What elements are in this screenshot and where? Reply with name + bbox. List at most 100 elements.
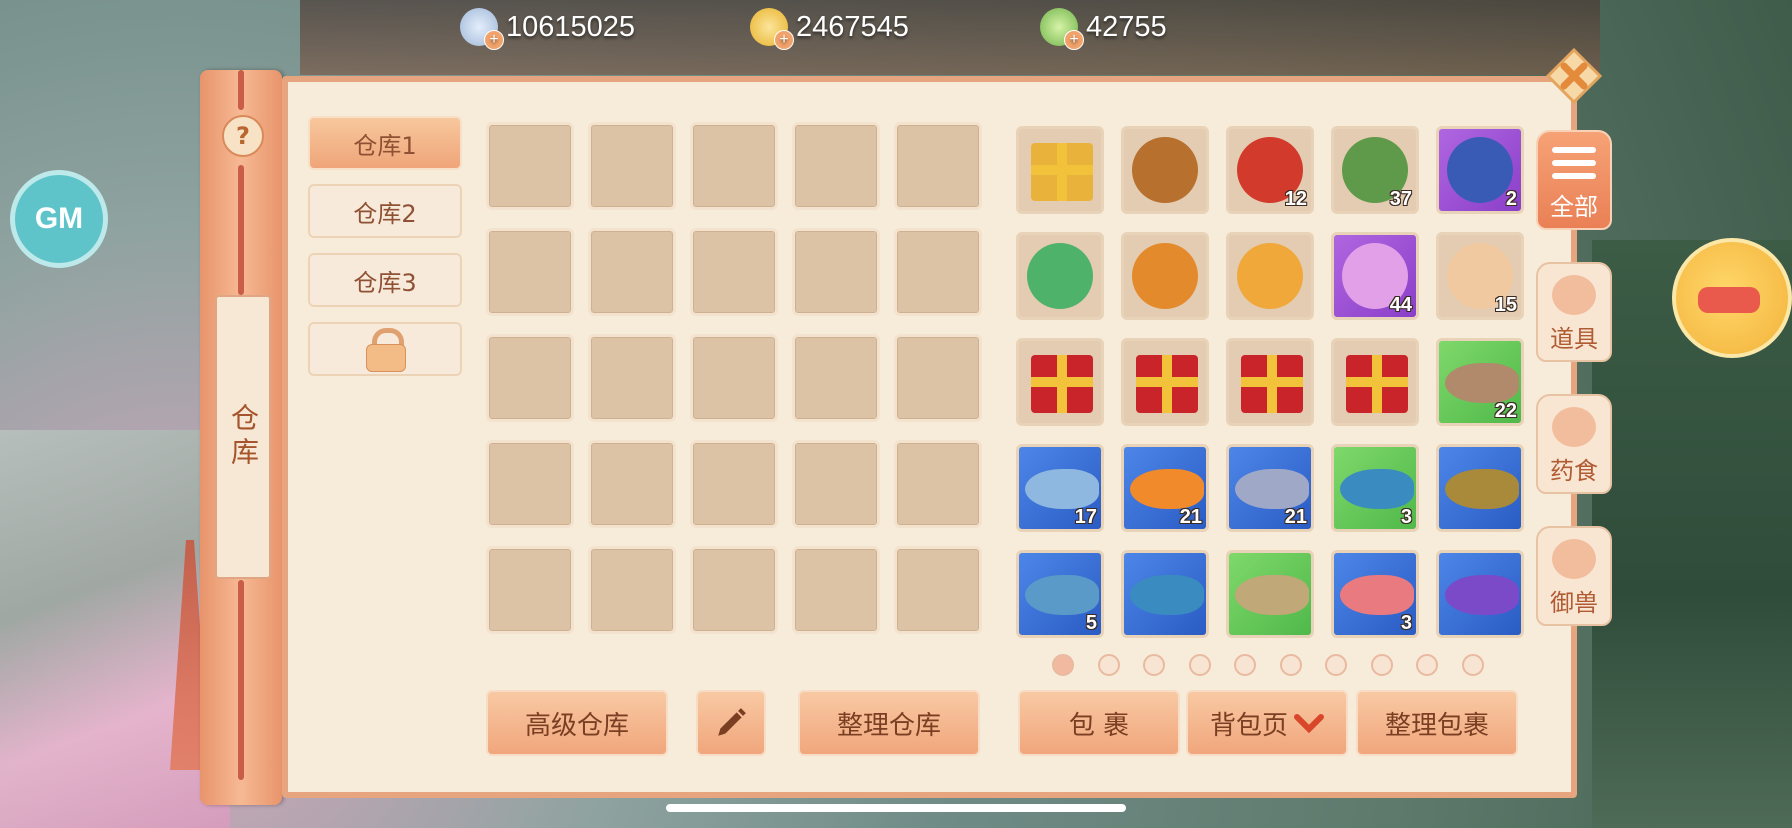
- button-label: 整理仓库: [836, 710, 941, 741]
- bag-slot[interactable]: 37: [1331, 126, 1419, 214]
- item-count: 17: [1074, 506, 1097, 528]
- goldfish-icon: [1130, 469, 1204, 509]
- warehouse-slot[interactable]: [486, 122, 574, 210]
- item-count: 15: [1494, 294, 1517, 316]
- bag-slot[interactable]: [1436, 444, 1524, 532]
- warehouse-slot[interactable]: [894, 546, 982, 634]
- button-label: 整理包裹: [1384, 710, 1489, 741]
- warehouse-slot[interactable]: [690, 334, 778, 422]
- page-dot[interactable]: [1234, 654, 1256, 676]
- warehouse-slot[interactable]: [588, 546, 676, 634]
- category-tab-food[interactable]: 药食: [1536, 394, 1612, 494]
- warehouse-slot[interactable]: [894, 228, 982, 316]
- add-icon[interactable]: +: [484, 30, 504, 50]
- bag-slot[interactable]: [1331, 338, 1419, 426]
- warehouse-slot[interactable]: [690, 440, 778, 528]
- warehouse-slot[interactable]: [486, 440, 574, 528]
- bag-slot[interactable]: 15: [1436, 232, 1524, 320]
- bag-slot[interactable]: [1226, 550, 1314, 638]
- mascot-assistant-button[interactable]: [1672, 238, 1792, 358]
- bag-slot[interactable]: 21: [1121, 444, 1209, 532]
- bag-slot[interactable]: [1121, 126, 1209, 214]
- page-dot[interactable]: [1370, 654, 1393, 676]
- currency-value: 2467545: [796, 10, 909, 43]
- bag-slot[interactable]: [1121, 338, 1209, 426]
- tab-label: 仓库1: [353, 131, 417, 160]
- bag-slot[interactable]: 21: [1226, 444, 1314, 532]
- organize-bag-button[interactable]: 整理包裹: [1356, 690, 1518, 756]
- warehouse-slot[interactable]: [690, 228, 778, 316]
- warehouse-slot[interactable]: [486, 228, 574, 316]
- tab-warehouse-locked[interactable]: [308, 322, 462, 376]
- warehouse-slot[interactable]: [588, 228, 676, 316]
- bag-slot[interactable]: [1121, 550, 1209, 638]
- warehouse-slot[interactable]: [690, 122, 778, 210]
- jade-coin-icon: +: [1040, 8, 1084, 50]
- warehouse-slot[interactable]: [894, 122, 982, 210]
- warehouse-slot[interactable]: [792, 440, 880, 528]
- currency-silver[interactable]: + 10615025: [460, 8, 635, 50]
- tab-warehouse-2[interactable]: 仓库2: [308, 184, 462, 238]
- warehouse-slot[interactable]: [486, 546, 574, 634]
- warehouse-slot[interactable]: [894, 334, 982, 422]
- gm-button[interactable]: GM: [10, 170, 108, 268]
- warehouse-slot[interactable]: [894, 440, 982, 528]
- bag-slot[interactable]: [1016, 126, 1104, 214]
- tab-warehouse-1[interactable]: 仓库1: [308, 116, 462, 170]
- bag-slot[interactable]: [1016, 232, 1104, 320]
- gold-gift-box-icon: [1346, 355, 1408, 413]
- close-icon[interactable]: [1546, 48, 1602, 104]
- tab-warehouse-3[interactable]: 仓库3: [308, 253, 462, 307]
- carp-icon: [1445, 469, 1519, 509]
- bag-button[interactable]: 包 裹: [1018, 690, 1180, 756]
- warehouse-slot[interactable]: [588, 440, 676, 528]
- bag-slot[interactable]: [1121, 232, 1209, 320]
- warehouse-slot[interactable]: [792, 334, 880, 422]
- bag-slot[interactable]: 44: [1331, 232, 1419, 320]
- category-tab-all[interactable]: 全部: [1536, 130, 1612, 230]
- warehouse-slot[interactable]: [792, 122, 880, 210]
- page-dot[interactable]: [1325, 654, 1347, 676]
- warehouse-slot[interactable]: [690, 546, 778, 634]
- add-icon[interactable]: +: [774, 30, 794, 50]
- page-dot[interactable]: [1052, 654, 1074, 676]
- bag-slot[interactable]: 17: [1016, 444, 1104, 532]
- bag-slot[interactable]: [1436, 550, 1524, 638]
- bag-page-select[interactable]: 背包页: [1186, 690, 1348, 756]
- warehouse-slot[interactable]: [588, 334, 676, 422]
- warehouse-slot[interactable]: [486, 334, 574, 422]
- page-dot[interactable]: [1097, 654, 1120, 676]
- warehouse-slot[interactable]: [588, 122, 676, 210]
- organize-warehouse-button[interactable]: 整理仓库: [798, 690, 980, 756]
- page-dot[interactable]: [1279, 654, 1302, 676]
- bag-slot[interactable]: 22: [1436, 338, 1524, 426]
- bag-slot[interactable]: [1226, 338, 1314, 426]
- bag-slot[interactable]: 3: [1331, 444, 1419, 532]
- bag-slot[interactable]: [1226, 232, 1314, 320]
- currency-gold[interactable]: + 2467545: [750, 8, 909, 50]
- bag-slot[interactable]: 5: [1016, 550, 1104, 638]
- warehouse-slot[interactable]: [792, 546, 880, 634]
- help-button[interactable]: ?: [222, 115, 264, 157]
- currency-jade[interactable]: + 42755: [1040, 8, 1167, 50]
- item-count: 12: [1284, 188, 1307, 210]
- category-tab-beasts[interactable]: 御兽: [1536, 526, 1612, 626]
- page-dot[interactable]: [1416, 654, 1438, 676]
- bag-slot[interactable]: 12: [1226, 126, 1314, 214]
- bag-slot[interactable]: 2: [1436, 126, 1524, 214]
- item-count: 3: [1400, 612, 1412, 634]
- page-dot[interactable]: [1188, 654, 1211, 676]
- bag-slot[interactable]: 3: [1331, 550, 1419, 638]
- page-dot[interactable]: [1461, 654, 1484, 676]
- brown-fish-icon: [1445, 363, 1519, 403]
- category-tab-items[interactable]: 道具: [1536, 262, 1612, 362]
- advanced-warehouse-button[interactable]: 高级仓库: [486, 690, 668, 756]
- page-dot[interactable]: [1143, 654, 1165, 676]
- warehouse-slot[interactable]: [792, 228, 880, 316]
- rename-button[interactable]: [696, 690, 766, 756]
- gamepad-icon: [1698, 287, 1760, 313]
- add-icon[interactable]: +: [1064, 30, 1084, 50]
- category-label: 御兽: [1550, 589, 1598, 617]
- bag-slot[interactable]: [1016, 338, 1104, 426]
- pouch-icon: [1552, 275, 1596, 315]
